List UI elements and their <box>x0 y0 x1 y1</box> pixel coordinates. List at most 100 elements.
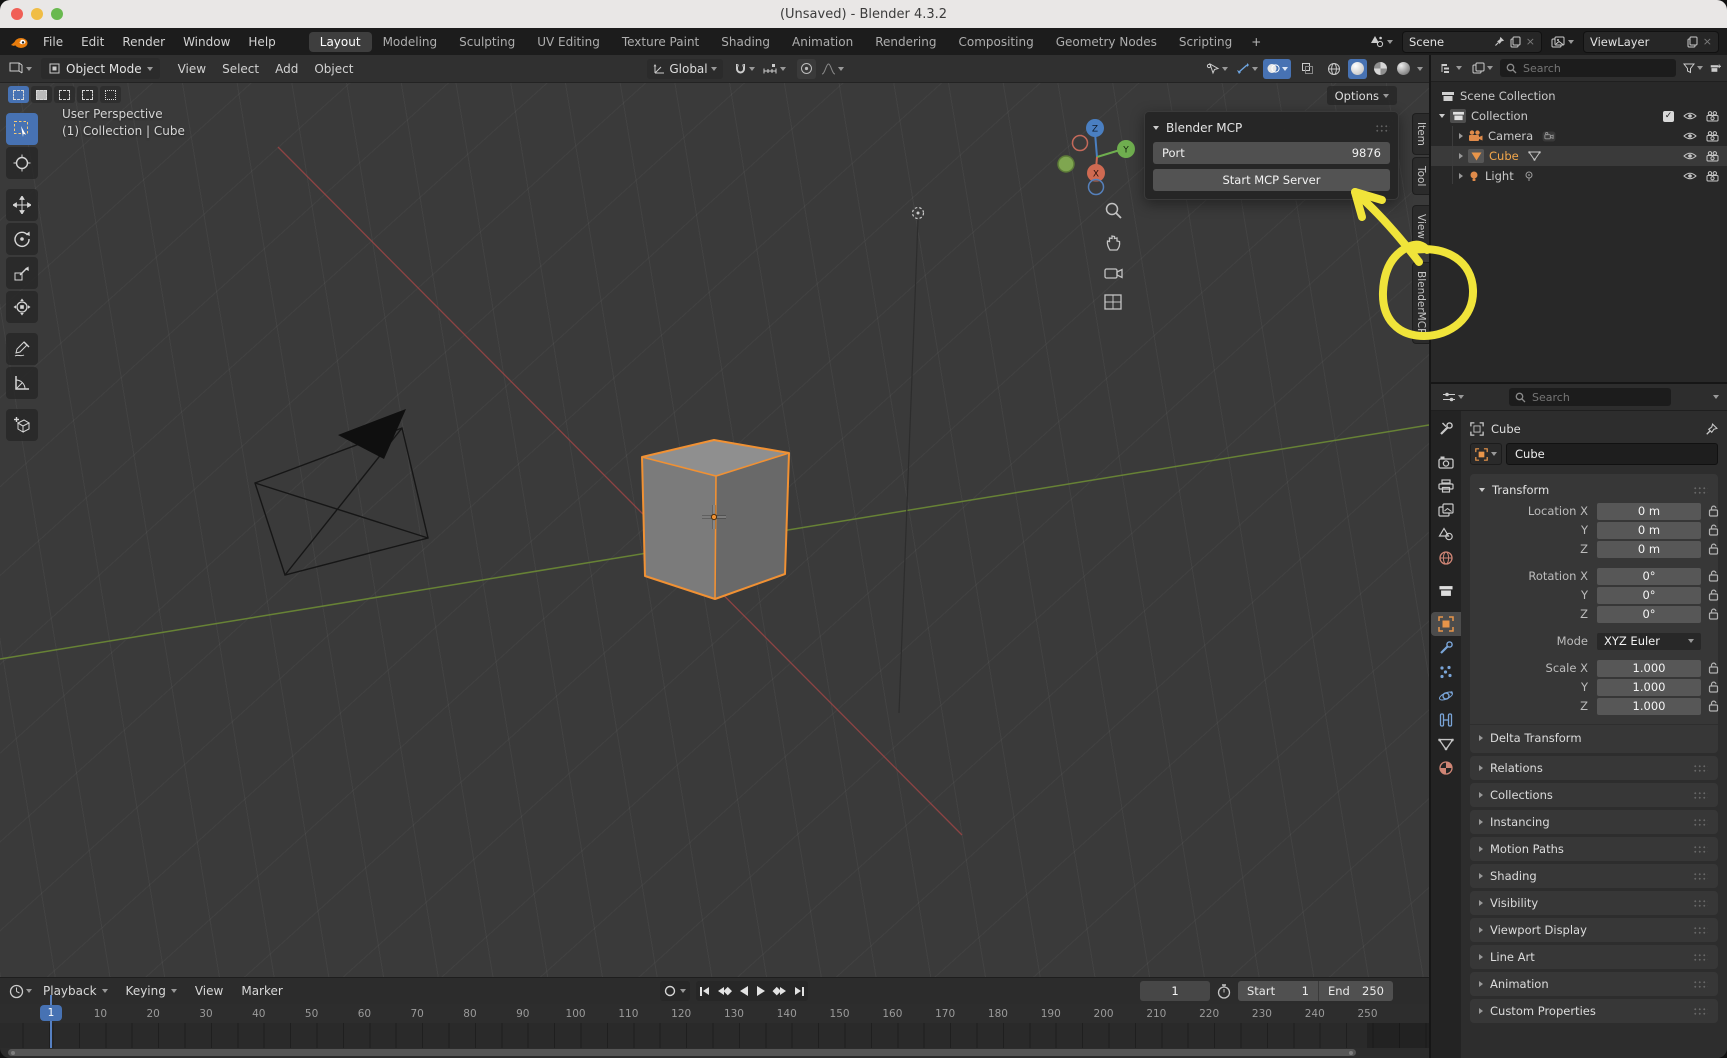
select-box-tool[interactable] <box>6 113 38 145</box>
sidebar-tab[interactable]: Item <box>1412 113 1429 155</box>
lock-icon[interactable] <box>1708 681 1719 693</box>
mcp-port-field[interactable]: Port 9876 <box>1153 142 1390 164</box>
transform-value-field[interactable]: 1.000 <box>1597 698 1701 715</box>
workspace-tab[interactable]: Rendering <box>864 32 947 52</box>
outliner-filter-button[interactable] <box>1680 58 1706 78</box>
start-mcp-server-button[interactable]: Start MCP Server <box>1153 169 1390 191</box>
panel-grip-icon[interactable] <box>1693 845 1708 854</box>
viewport-menu[interactable]: View <box>170 60 214 78</box>
panel-grip-icon[interactable] <box>1693 486 1708 495</box>
panel-grip-icon[interactable] <box>1693 1007 1708 1016</box>
lock-icon[interactable] <box>1708 608 1719 620</box>
new-collection-icon[interactable] <box>1710 62 1721 75</box>
tab-object[interactable] <box>1431 612 1461 636</box>
start-frame-field[interactable]: Start 1 <box>1238 981 1318 1001</box>
remove-viewlayer-icon[interactable]: × <box>1703 35 1712 48</box>
transform-value-field[interactable]: 0° <box>1597 587 1701 604</box>
collection-row[interactable]: Collection ✓ <box>1431 106 1727 126</box>
sidebar-tab[interactable]: View <box>1412 205 1429 248</box>
workspace-tab[interactable]: Shading <box>710 32 781 52</box>
panel-grip-icon[interactable] <box>1693 791 1708 800</box>
lock-icon[interactable] <box>1708 505 1719 517</box>
overlays-toggle[interactable] <box>1263 59 1291 79</box>
snap-target-selector[interactable] <box>760 59 789 79</box>
property-section[interactable]: Motion Paths <box>1470 837 1718 861</box>
scene-browse-button[interactable] <box>1366 32 1397 52</box>
current-frame-field[interactable]: 1 <box>1140 981 1210 1001</box>
camera-view-icon[interactable] <box>1104 265 1124 281</box>
panel-grip-icon[interactable] <box>1693 926 1708 935</box>
tab-physics[interactable] <box>1431 684 1461 708</box>
transform-value-field[interactable]: 1.000 <box>1597 679 1701 696</box>
property-section[interactable]: Custom Properties <box>1470 999 1718 1023</box>
menubar-menu[interactable]: File <box>34 33 72 51</box>
shading-material-button[interactable] <box>1371 59 1390 79</box>
workspace-tab[interactable]: Sculpting <box>448 32 526 52</box>
mode-selector[interactable]: Object Mode <box>41 58 160 79</box>
orthographic-grid-icon[interactable] <box>1104 294 1122 310</box>
next-keyframe-button[interactable] <box>774 987 787 995</box>
property-section[interactable]: Collections <box>1470 783 1718 807</box>
expand-icon[interactable] <box>1459 153 1463 159</box>
expand-icon[interactable] <box>1459 173 1463 179</box>
end-frame-field[interactable]: End 250 <box>1318 981 1393 1001</box>
editor-type-button[interactable] <box>6 59 35 79</box>
gizmo-minus-y-axis[interactable] <box>1058 156 1074 172</box>
tab-scene[interactable] <box>1431 522 1461 546</box>
workspace-tab[interactable]: Modeling <box>372 32 449 52</box>
mesh-data-icon[interactable] <box>1528 151 1541 161</box>
timeline-ruler[interactable]: 1 10203040506070809010011012013014015016… <box>0 1004 1429 1023</box>
playhead[interactable] <box>50 995 52 1048</box>
workspace-tab[interactable]: Texture Paint <box>611 32 710 52</box>
outliner-display-mode-button[interactable] <box>1437 58 1465 78</box>
tab-object-data[interactable] <box>1431 732 1461 756</box>
property-section[interactable]: Line Art <box>1470 945 1718 969</box>
properties-editor-type-button[interactable] <box>1439 387 1467 407</box>
timeline-view-menu[interactable]: View <box>187 982 231 1000</box>
timeline-marker-menu[interactable]: Marker <box>233 982 290 1000</box>
timeline-scrollbar[interactable] <box>8 1049 1356 1056</box>
light-data-icon[interactable] <box>1523 170 1535 182</box>
select-box-extend-button[interactable] <box>54 86 75 103</box>
object-id-button[interactable] <box>1470 443 1502 465</box>
viewport-menu[interactable]: Select <box>214 60 267 78</box>
disable-render-icon[interactable] <box>1706 151 1719 162</box>
move-tool[interactable] <box>6 189 38 221</box>
transform-value-field[interactable]: 0 m <box>1597 522 1701 539</box>
cube-row[interactable]: Cube <box>1431 146 1727 166</box>
transform-value-field[interactable]: 0 m <box>1597 503 1701 520</box>
workspace-tab[interactable]: Animation <box>781 32 864 52</box>
snapping-toggle[interactable] <box>731 59 758 79</box>
scene-collection-row[interactable]: Scene Collection <box>1431 86 1727 106</box>
expand-icon[interactable] <box>1439 114 1445 118</box>
viewlayer-browse-button[interactable] <box>1547 32 1578 52</box>
play-button[interactable] <box>757 986 765 996</box>
tab-render[interactable] <box>1431 450 1461 474</box>
stopwatch-icon[interactable] <box>1217 984 1231 999</box>
transform-panel-header[interactable]: Transform <box>1470 478 1718 502</box>
pan-hand-icon[interactable] <box>1104 233 1123 252</box>
disable-render-icon[interactable] <box>1706 131 1719 142</box>
menubar-menu[interactable]: Help <box>239 33 284 51</box>
camera-data-icon[interactable] <box>1542 131 1556 142</box>
transform-value-field[interactable]: 1.000 <box>1597 660 1701 677</box>
navigation-gizmo[interactable]: Z Y X <box>1058 119 1135 195</box>
camera-object[interactable] <box>255 409 428 575</box>
disable-render-icon[interactable] <box>1706 111 1719 122</box>
tab-particles[interactable] <box>1431 660 1461 684</box>
shading-wireframe-button[interactable] <box>1324 59 1344 79</box>
menubar-menu[interactable]: Window <box>174 33 239 51</box>
jump-to-end-button[interactable] <box>795 987 804 996</box>
collection-checkbox[interactable]: ✓ <box>1663 111 1674 122</box>
property-section[interactable]: Viewport Display <box>1470 918 1718 942</box>
zoom-icon[interactable] <box>1104 201 1123 220</box>
tab-output[interactable] <box>1431 474 1461 498</box>
shading-solid-button[interactable] <box>1348 59 1367 79</box>
properties-options-chevron-icon[interactable] <box>1713 395 1719 399</box>
scale-tool[interactable] <box>6 257 38 289</box>
rotate-tool[interactable] <box>6 223 38 255</box>
shading-rendered-button[interactable] <box>1394 59 1413 79</box>
hide-eye-icon[interactable] <box>1683 171 1697 181</box>
viewport-menu[interactable]: Add <box>267 60 306 78</box>
sidebar-tab[interactable]: BlenderMCP <box>1412 262 1429 343</box>
